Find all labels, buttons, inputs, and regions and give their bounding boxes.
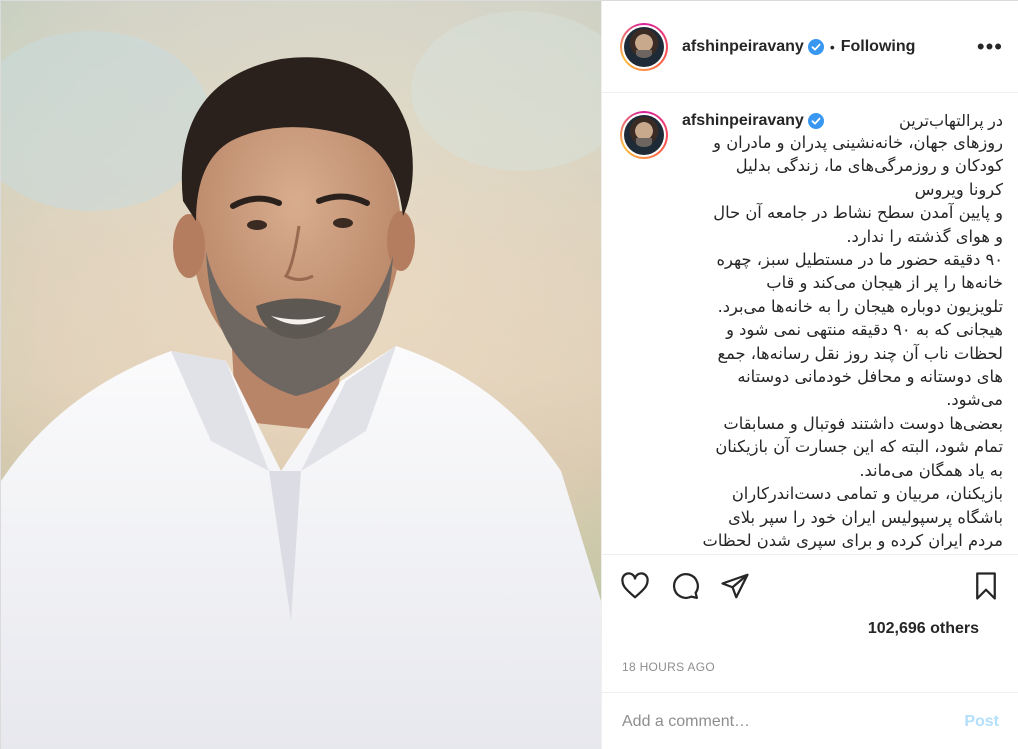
more-options-icon[interactable]: •••	[977, 35, 1003, 58]
caption-username[interactable]: afshinpeiravany	[682, 112, 804, 130]
post-timestamp[interactable]: 18 HOURS AGO	[602, 646, 1018, 692]
verified-badge-icon	[807, 113, 824, 129]
verified-badge-icon	[807, 38, 824, 55]
bookmark-icon[interactable]	[969, 569, 1003, 603]
portrait-illustration	[1, 1, 601, 749]
comment-icon[interactable]	[668, 569, 702, 603]
post-modal: afshinpeiravany • Following ••• afshinpe…	[0, 0, 1018, 749]
post-header: afshinpeiravany • Following •••	[602, 1, 1018, 93]
likes-count[interactable]: 102,696 others	[602, 616, 1018, 646]
share-icon[interactable]	[718, 569, 752, 603]
author-avatar[interactable]	[620, 22, 668, 71]
post-comment-button[interactable]: Post	[964, 713, 999, 731]
caption-area: afshinpeiravany در پرالتهاب‌ترین روزهای …	[602, 93, 1018, 554]
caption-first-line: در پرالتهاب‌ترین	[899, 113, 1003, 130]
caption-text: روزهای جهان، خانه‌نشینی پدران و مادران و…	[702, 133, 1003, 550]
header-separator: •	[829, 38, 835, 55]
author-username[interactable]: afshinpeiravany	[682, 38, 804, 56]
post-photo[interactable]	[1, 1, 601, 749]
caption-avatar[interactable]	[620, 111, 668, 159]
comment-input[interactable]	[622, 712, 965, 731]
follow-status-button[interactable]: Following	[841, 38, 916, 56]
heart-icon[interactable]	[618, 569, 652, 603]
action-bar	[602, 554, 1018, 616]
add-comment-bar: Post	[602, 692, 1018, 749]
post-side-panel: afshinpeiravany • Following ••• afshinpe…	[601, 1, 1018, 749]
caption: afshinpeiravany در پرالتهاب‌ترین روزهای …	[620, 111, 1003, 552]
